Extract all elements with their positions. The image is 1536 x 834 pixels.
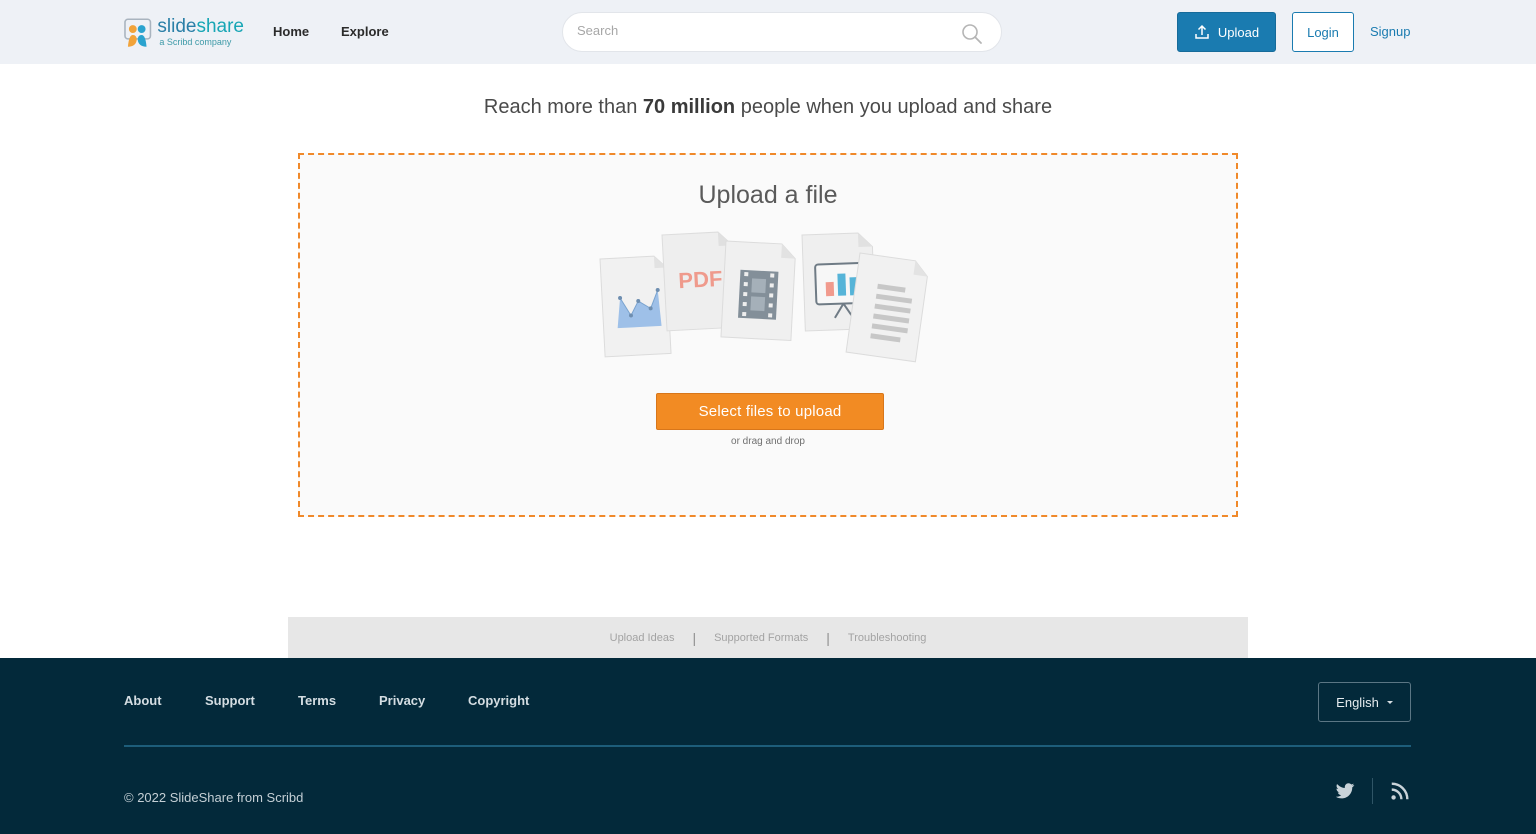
upload-ideas-link[interactable]: Upload Ideas (610, 632, 675, 644)
footer-support-link[interactable]: Support (205, 693, 255, 708)
headline-text-before: Reach more than (483, 96, 643, 118)
chart-file-icon (599, 255, 672, 358)
logo-word-share: share (196, 16, 244, 37)
search-icon[interactable] (961, 23, 983, 45)
social-divider (1372, 778, 1373, 804)
footer-copyright-link[interactable]: Copyright (468, 693, 529, 708)
footer-divider (124, 745, 1411, 747)
upload-help-bar: Upload Ideas | Supported Formats | Troub… (288, 617, 1248, 658)
pdf-label: PDF (678, 266, 723, 293)
search-input[interactable] (577, 23, 937, 38)
top-header: slideshare a Scribd company Home Explore… (0, 0, 1536, 64)
upload-dropzone[interactable]: Upload a file PDF Select files to upload… (298, 153, 1238, 517)
language-label: English (1336, 694, 1379, 710)
nav-explore[interactable]: Explore (341, 24, 389, 39)
reach-headline: Reach more than 70 million people when y… (0, 96, 1536, 119)
upload-icon (1195, 24, 1209, 39)
drag-and-drop-hint: or drag and drop (731, 436, 805, 447)
help-separator: | (692, 629, 697, 646)
language-select[interactable]: English (1318, 682, 1411, 722)
footer-about-link[interactable]: About (124, 693, 162, 708)
footer-terms-link[interactable]: Terms (298, 693, 336, 708)
nav-home[interactable]: Home (273, 24, 309, 39)
logo-icon (124, 18, 152, 47)
supported-formats-link[interactable]: Supported Formats (714, 632, 808, 644)
logo-tagline: a Scribd company (159, 37, 232, 47)
document-file-icon (845, 252, 928, 363)
site-footer: About Support Terms Privacy Copyright En… (0, 658, 1536, 834)
select-files-button[interactable]: Select files to upload (656, 393, 884, 430)
upload-button-label: Upload (1217, 24, 1260, 40)
logo-word-slide: slide (157, 16, 197, 37)
video-file-icon (720, 240, 796, 342)
slideshare-logo[interactable]: slideshare a Scribd company (124, 15, 244, 49)
help-separator: | (826, 629, 830, 646)
copyright-text: © 2022 SlideShare from Scribd (124, 790, 304, 805)
footer-privacy-link[interactable]: Privacy (379, 693, 425, 708)
upload-button[interactable]: Upload (1177, 12, 1276, 52)
chevron-down-icon (1386, 700, 1393, 704)
login-button[interactable]: Login (1292, 12, 1354, 52)
upload-title: Upload a file (698, 181, 838, 209)
rss-icon[interactable] (1389, 780, 1411, 802)
twitter-icon[interactable] (1334, 780, 1356, 802)
headline-highlight: 70 million (642, 96, 736, 118)
troubleshooting-link[interactable]: Troubleshooting (848, 632, 926, 644)
search-bar (562, 12, 1002, 52)
headline-text-after: people when you upload and share (735, 96, 1053, 118)
file-types-illustration: PDF (599, 231, 928, 363)
signup-link[interactable]: Signup (1370, 24, 1410, 39)
